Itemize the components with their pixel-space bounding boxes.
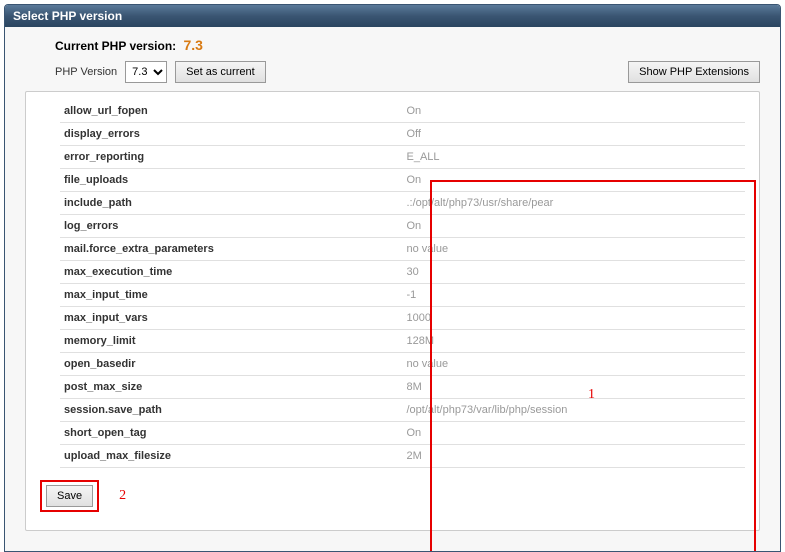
setting-value[interactable]: 2M: [403, 445, 746, 468]
setting-name: allow_url_fopen: [60, 100, 403, 123]
setting-value[interactable]: /opt/alt/php73/var/lib/php/session: [403, 399, 746, 422]
setting-value[interactable]: no value: [403, 353, 746, 376]
current-version-value: 7.3: [184, 37, 203, 53]
setting-value[interactable]: 128M: [403, 330, 746, 353]
current-version-row: Current PHP version: 7.3: [55, 37, 760, 53]
setting-name: post_max_size: [60, 376, 403, 399]
content-wrapper: 1 allow_url_fopenOndisplay_errorsOfferro…: [25, 91, 760, 531]
table-row: mail.force_extra_parametersno value: [60, 238, 745, 261]
setting-name: memory_limit: [60, 330, 403, 353]
table-row: post_max_size8M: [60, 376, 745, 399]
set-as-current-button[interactable]: Set as current: [175, 61, 265, 83]
save-row: Save 2: [40, 480, 745, 512]
setting-name: max_execution_time: [60, 261, 403, 284]
panel-title: Select PHP version: [5, 5, 780, 27]
table-row: allow_url_fopenOn: [60, 100, 745, 123]
table-row: include_path.:/opt/alt/php73/usr/share/p…: [60, 192, 745, 215]
table-row: memory_limit128M: [60, 330, 745, 353]
setting-value[interactable]: On: [403, 169, 746, 192]
current-version-label: Current PHP version:: [55, 39, 176, 53]
php-version-panel: Select PHP version Current PHP version: …: [4, 4, 781, 552]
setting-value[interactable]: no value: [403, 238, 746, 261]
setting-value[interactable]: -1: [403, 284, 746, 307]
setting-name: file_uploads: [60, 169, 403, 192]
table-row: error_reportingE_ALL: [60, 146, 745, 169]
setting-value[interactable]: Off: [403, 123, 746, 146]
php-version-select[interactable]: 7.3: [125, 61, 167, 83]
table-row: max_input_time-1: [60, 284, 745, 307]
php-settings-table: allow_url_fopenOndisplay_errorsOfferror_…: [60, 100, 745, 468]
setting-name: mail.force_extra_parameters: [60, 238, 403, 261]
table-row: max_input_vars1000: [60, 307, 745, 330]
setting-name: display_errors: [60, 123, 403, 146]
panel-body: Current PHP version: 7.3 PHP Version 7.3…: [5, 27, 780, 551]
table-row: max_execution_time30: [60, 261, 745, 284]
setting-value[interactable]: On: [403, 422, 746, 445]
setting-name: open_basedir: [60, 353, 403, 376]
controls-row: PHP Version 7.3 Set as current Show PHP …: [55, 61, 760, 83]
setting-name: session.save_path: [60, 399, 403, 422]
setting-value[interactable]: On: [403, 100, 746, 123]
show-php-extensions-button[interactable]: Show PHP Extensions: [628, 61, 760, 83]
table-row: file_uploadsOn: [60, 169, 745, 192]
setting-value[interactable]: 1000: [403, 307, 746, 330]
table-row: short_open_tagOn: [60, 422, 745, 445]
table-row: upload_max_filesize2M: [60, 445, 745, 468]
table-row: log_errorsOn: [60, 215, 745, 238]
table-row: display_errorsOff: [60, 123, 745, 146]
setting-value[interactable]: E_ALL: [403, 146, 746, 169]
setting-value[interactable]: On: [403, 215, 746, 238]
version-selector-label: PHP Version: [55, 66, 117, 78]
setting-value[interactable]: .:/opt/alt/php73/usr/share/pear: [403, 192, 746, 215]
setting-value[interactable]: 30: [403, 261, 746, 284]
annotation-box-2: Save: [40, 480, 99, 512]
table-row: open_basedirno value: [60, 353, 745, 376]
setting-name: include_path: [60, 192, 403, 215]
setting-name: log_errors: [60, 215, 403, 238]
table-row: session.save_path/opt/alt/php73/var/lib/…: [60, 399, 745, 422]
setting-name: short_open_tag: [60, 422, 403, 445]
setting-name: max_input_time: [60, 284, 403, 307]
setting-name: error_reporting: [60, 146, 403, 169]
save-button[interactable]: Save: [46, 485, 93, 507]
setting-value[interactable]: 8M: [403, 376, 746, 399]
setting-name: upload_max_filesize: [60, 445, 403, 468]
setting-name: max_input_vars: [60, 307, 403, 330]
annotation-label-2: 2: [119, 488, 126, 504]
